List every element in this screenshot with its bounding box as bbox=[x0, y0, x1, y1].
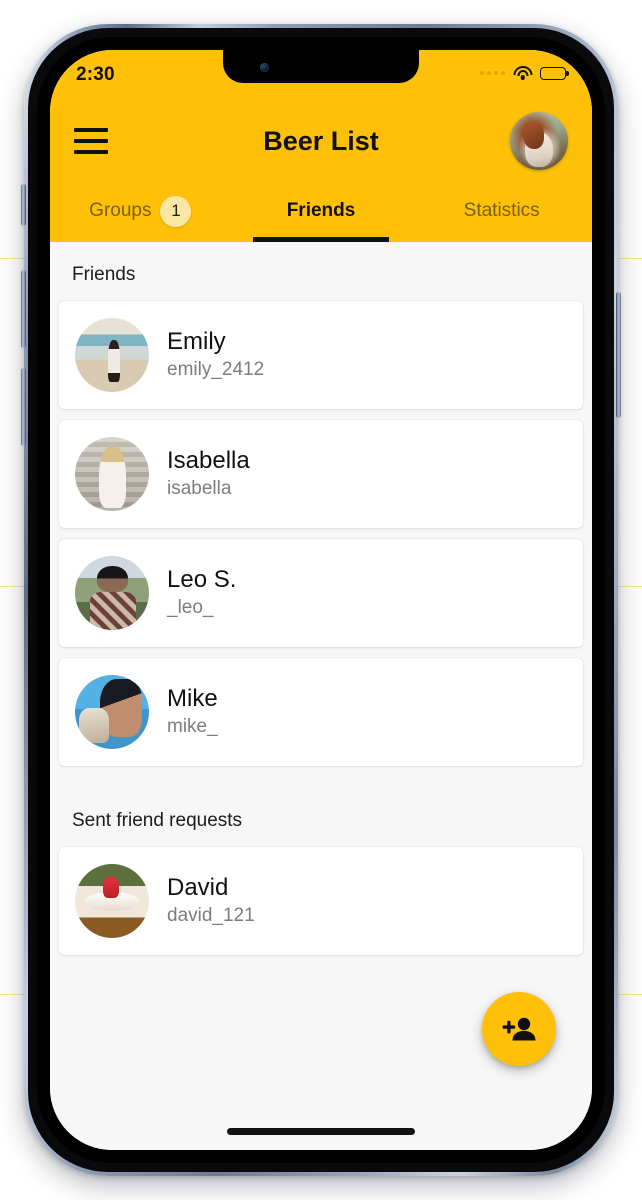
list-item-text: Emily emily_2412 bbox=[167, 327, 265, 381]
section-header-friends: Friends bbox=[72, 264, 136, 285]
avatar bbox=[75, 864, 149, 938]
list-item-text: Leo S. _leo_ bbox=[167, 565, 237, 619]
list-item[interactable]: Emily emily_2412 bbox=[58, 300, 584, 410]
friend-name: Emily bbox=[167, 327, 226, 355]
tab-groups-label: Groups bbox=[89, 200, 152, 221]
home-indicator bbox=[227, 1128, 415, 1135]
friend-name: David bbox=[167, 873, 229, 901]
battery-full-icon bbox=[540, 66, 569, 80]
friend-username: emily_2412 bbox=[167, 359, 265, 381]
friend-username: _leo_ bbox=[167, 597, 214, 619]
signal-dots-icon bbox=[480, 71, 505, 75]
phone-midframe: 2:30 Beer List Groups 1 Friends Statisti… bbox=[28, 28, 614, 1172]
profile-avatar[interactable] bbox=[510, 112, 568, 170]
avatar-image bbox=[75, 318, 149, 392]
tab-groups[interactable]: Groups 1 bbox=[50, 180, 231, 242]
friend-username: isabella bbox=[167, 478, 232, 500]
tab-statistics-label: Statistics bbox=[463, 200, 540, 221]
avatar bbox=[75, 556, 149, 630]
app-bar: Beer List bbox=[50, 102, 592, 180]
notch bbox=[223, 50, 419, 83]
wifi-icon bbox=[513, 66, 532, 80]
avatar-image bbox=[75, 675, 149, 749]
avatar bbox=[75, 437, 149, 511]
hamburger-menu-icon[interactable] bbox=[74, 128, 108, 154]
phone-screen: 2:30 Beer List Groups 1 Friends Statisti… bbox=[50, 50, 592, 1150]
volume-up-button[interactable] bbox=[21, 270, 26, 348]
list-item-text: David david_121 bbox=[167, 873, 255, 927]
section-header-sent-requests: Sent friend requests bbox=[72, 810, 243, 831]
profile-avatar-image bbox=[510, 112, 568, 170]
list-item-text: Mike mike_ bbox=[167, 684, 218, 738]
friend-username: mike_ bbox=[167, 716, 218, 738]
power-button[interactable] bbox=[616, 292, 621, 418]
friend-name: Leo S. bbox=[167, 565, 237, 593]
friend-name: Mike bbox=[167, 684, 218, 712]
tab-active-indicator bbox=[252, 237, 390, 242]
avatar bbox=[75, 318, 149, 392]
friend-username: david_121 bbox=[167, 905, 255, 927]
list-item[interactable]: Mike mike_ bbox=[58, 657, 584, 767]
add-friend-fab[interactable] bbox=[482, 992, 556, 1066]
silent-switch[interactable] bbox=[21, 184, 26, 226]
front-camera-icon bbox=[260, 63, 269, 72]
list-item[interactable]: Leo S. _leo_ bbox=[58, 538, 584, 648]
phone-frame: 2:30 Beer List Groups 1 Friends Statisti… bbox=[21, 24, 621, 1176]
avatar-image bbox=[75, 864, 149, 938]
status-bar-icons bbox=[480, 64, 569, 80]
tab-friends-label: Friends bbox=[286, 200, 356, 221]
friends-list-scroll[interactable]: Friends Emily emily_2412 Isabella isabel… bbox=[50, 242, 592, 1150]
status-bar-time: 2:30 bbox=[76, 64, 115, 85]
screenshot-stage: 2:30 Beer List Groups 1 Friends Statisti… bbox=[0, 0, 642, 1200]
avatar bbox=[75, 675, 149, 749]
phone-bezel: 2:30 Beer List Groups 1 Friends Statisti… bbox=[37, 37, 605, 1163]
avatar-image bbox=[75, 437, 149, 511]
friend-name: Isabella bbox=[167, 446, 250, 474]
avatar-image bbox=[75, 556, 149, 630]
volume-down-button[interactable] bbox=[21, 368, 26, 446]
person-add-icon bbox=[502, 1017, 536, 1041]
tab-friends[interactable]: Friends bbox=[231, 180, 412, 242]
list-item-text: Isabella isabella bbox=[167, 446, 250, 500]
tab-groups-badge: 1 bbox=[160, 195, 192, 227]
tab-statistics[interactable]: Statistics bbox=[411, 180, 592, 242]
list-item[interactable]: Isabella isabella bbox=[58, 419, 584, 529]
list-item[interactable]: David david_121 bbox=[58, 846, 584, 956]
tab-bar: Groups 1 Friends Statistics bbox=[50, 180, 592, 242]
